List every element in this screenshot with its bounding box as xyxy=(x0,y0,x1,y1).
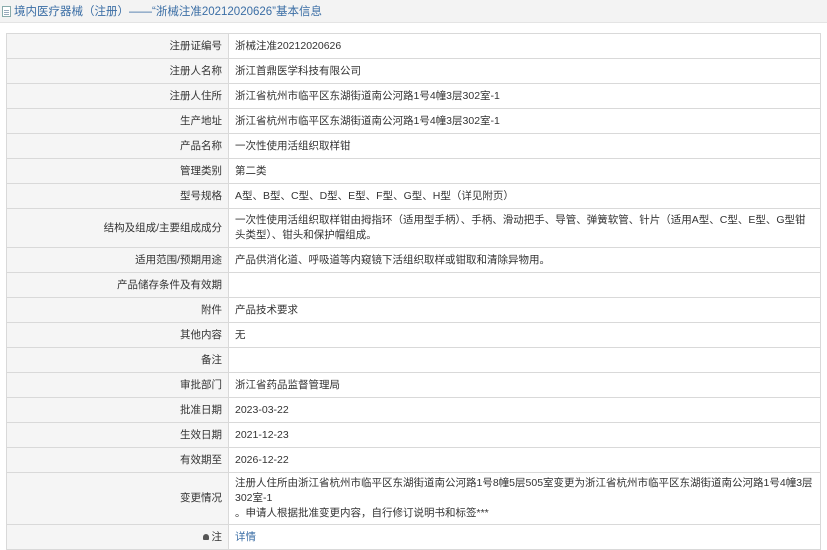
row-label: 批准日期 xyxy=(6,397,229,423)
table-row: 备注 xyxy=(6,347,821,373)
table-row: 注册人名称 浙江首鼎医学科技有限公司 xyxy=(6,58,821,84)
row-value: 第二类 xyxy=(228,158,821,184)
info-table: 注册证编号 浙械注准20212020626 注册人名称 浙江首鼎医学科技有限公司 注… xyxy=(6,33,821,550)
row-value: 浙江省杭州市临平区东湖街道南公河路1号4幢3层302室-1 xyxy=(228,108,821,134)
row-label: 型号规格 xyxy=(6,183,229,209)
table-row: 管理类别 第二类 xyxy=(6,158,821,184)
table-row: 附件 产品技术要求 xyxy=(6,297,821,323)
row-label: 其他内容 xyxy=(6,322,229,348)
row-label: 附件 xyxy=(6,297,229,323)
document-icon xyxy=(2,5,11,17)
table-row: 批准日期 2023-03-22 xyxy=(6,397,821,423)
table-row: 有效期至 2026-12-22 xyxy=(6,447,821,473)
table-row: 生产地址 浙江省杭州市临平区东湖街道南公河路1号4幢3层302室-1 xyxy=(6,108,821,134)
change-history-value: 注册人住所由浙江省杭州市临平区东湖街道南公河路1号8幢5层505室变更为浙江省杭… xyxy=(228,472,821,525)
row-label: 变更情况 xyxy=(6,472,229,525)
row-value: 一次性使用活组织取样钳由拇指环（适用型手柄）、手柄、滑动把手、导管、弹簧软管、针… xyxy=(228,208,821,248)
row-label: 有效期至 xyxy=(6,447,229,473)
table-row: 审批部门 浙江省药品监督管理局 xyxy=(6,372,821,398)
lock-icon xyxy=(202,533,209,540)
row-value: 2023-03-22 xyxy=(228,397,821,423)
row-value xyxy=(228,347,821,373)
page-header: 境内医疗器械（注册）——“浙械注准20212020626”基本信息 xyxy=(0,0,827,23)
row-value: 浙江省药品监督管理局 xyxy=(228,372,821,398)
row-label: 备注 xyxy=(6,347,229,373)
row-value: 无 xyxy=(228,322,821,348)
row-value: 2026-12-22 xyxy=(228,447,821,473)
row-label: 注册证编号 xyxy=(6,33,229,59)
footer-label: 注 xyxy=(211,530,223,543)
row-label: 产品名称 xyxy=(6,133,229,159)
table-row: 注册证编号 浙械注准20212020626 xyxy=(6,33,821,59)
row-label: 生产地址 xyxy=(6,108,229,134)
footer-label-cell: 注 xyxy=(6,524,229,550)
row-value: 浙械注准20212020626 xyxy=(228,33,821,59)
row-value: 2021-12-23 xyxy=(228,422,821,448)
page-title: 境内医疗器械（注册）——“浙械注准20212020626”基本信息 xyxy=(14,6,323,18)
row-label: 审批部门 xyxy=(6,372,229,398)
row-value: 产品供消化道、呼吸道等内窥镜下活组织取样或钳取和清除异物用。 xyxy=(228,247,821,273)
details-link[interactable]: 详情 xyxy=(235,531,256,543)
table-row: 生效日期 2021-12-23 xyxy=(6,422,821,448)
row-value xyxy=(228,272,821,298)
row-value: 浙江首鼎医学科技有限公司 xyxy=(228,58,821,84)
row-label: 适用范围/预期用途 xyxy=(6,247,229,273)
row-value: 浙江省杭州市临平区东湖街道南公河路1号4幢3层302室-1 xyxy=(228,83,821,109)
table-row: 注 详情 xyxy=(6,524,821,550)
table-row: 产品名称 一次性使用活组织取样钳 xyxy=(6,133,821,159)
detail-container: 注册证编号 浙械注准20212020626 注册人名称 浙江首鼎医学科技有限公司 注… xyxy=(0,23,827,550)
row-label: 管理类别 xyxy=(6,158,229,184)
row-value: 一次性使用活组织取样钳 xyxy=(228,133,821,159)
row-value: 产品技术要求 xyxy=(228,297,821,323)
row-label: 注册人名称 xyxy=(6,58,229,84)
row-label: 产品储存条件及有效期 xyxy=(6,272,229,298)
table-row: 注册人住所 浙江省杭州市临平区东湖街道南公河路1号4幢3层302室-1 xyxy=(6,83,821,109)
table-row: 产品储存条件及有效期 xyxy=(6,272,821,298)
row-label: 结构及组成/主要组成成分 xyxy=(6,208,229,248)
table-row: 结构及组成/主要组成成分 一次性使用活组织取样钳由拇指环（适用型手柄）、手柄、滑动… xyxy=(6,208,821,248)
row-label: 注册人住所 xyxy=(6,83,229,109)
table-row: 变更情况 注册人住所由浙江省杭州市临平区东湖街道南公河路1号8幢5层505室变更为… xyxy=(6,472,821,525)
footer-link-cell: 详情 xyxy=(228,524,821,550)
row-label: 生效日期 xyxy=(6,422,229,448)
table-row: 适用范围/预期用途 产品供消化道、呼吸道等内窥镜下活组织取样或钳取和清除异物用。 xyxy=(6,247,821,273)
table-row: 其他内容无 xyxy=(6,322,821,348)
table-row: 型号规格 A型、B型、C型、D型、E型、F型、G型、H型（详见附页） xyxy=(6,183,821,209)
row-value: A型、B型、C型、D型、E型、F型、G型、H型（详见附页） xyxy=(228,183,821,209)
